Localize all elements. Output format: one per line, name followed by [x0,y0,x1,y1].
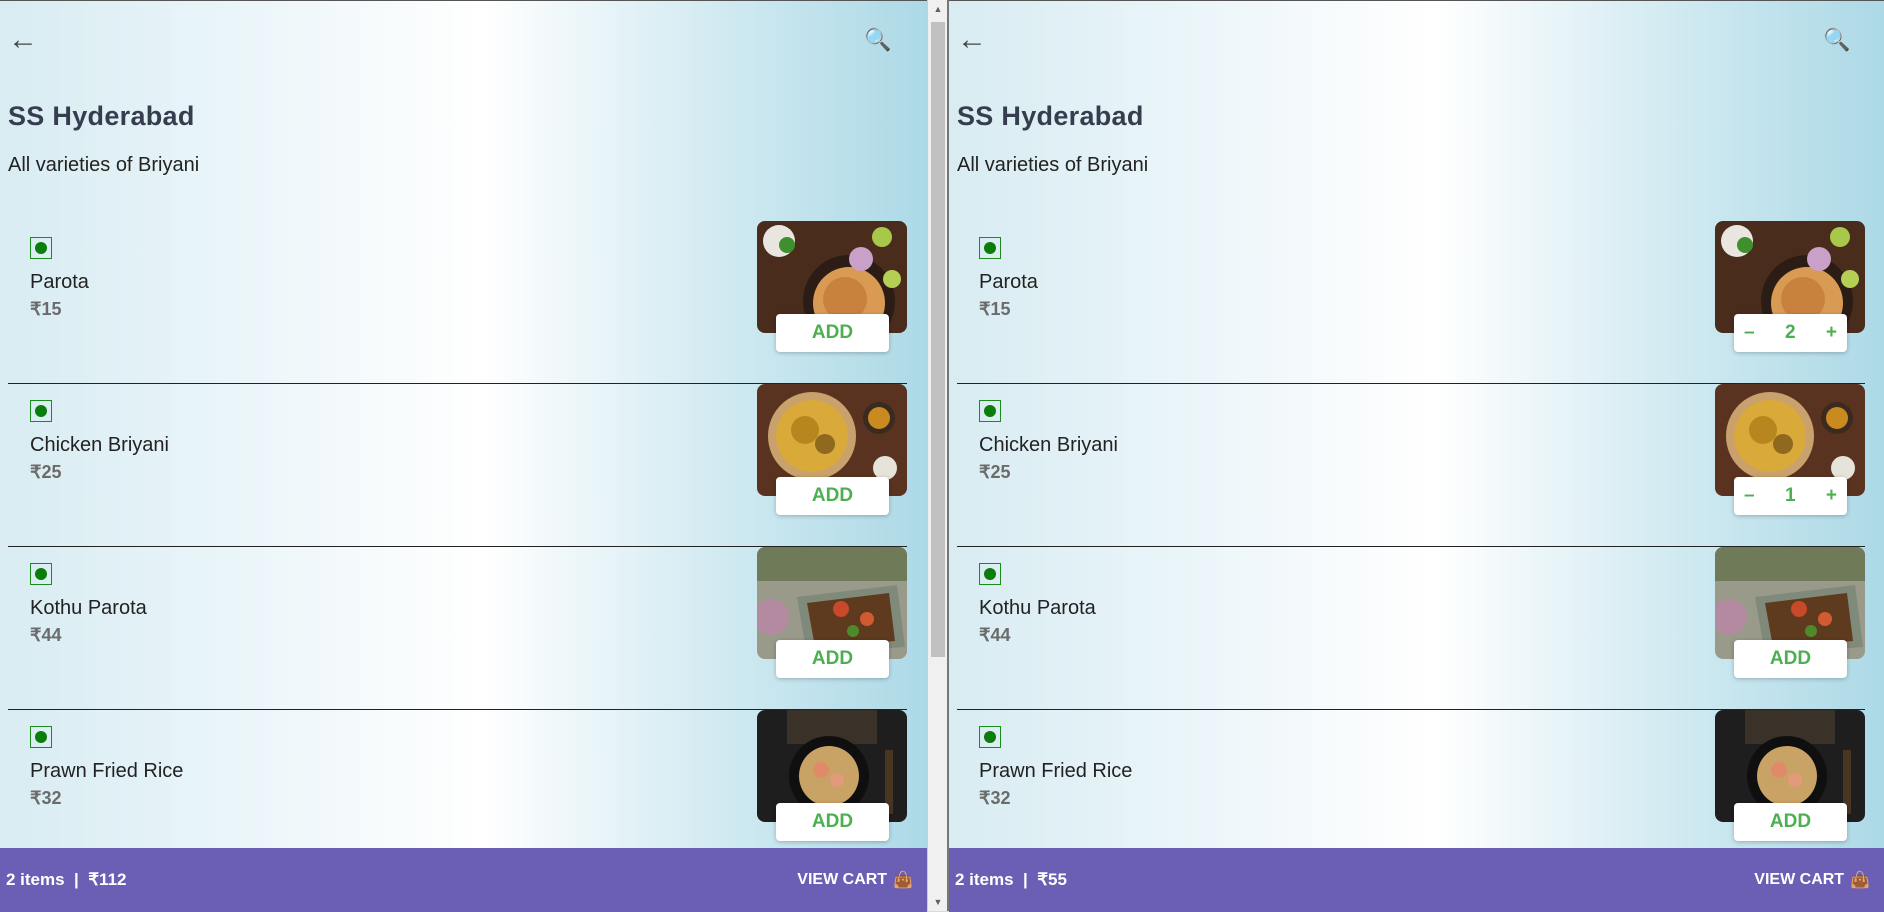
item-name: Kothu Parota [979,597,1096,619]
scroll-thumb[interactable] [931,22,945,657]
increment-button[interactable]: + [1826,485,1837,507]
add-button[interactable]: ADD [776,314,889,352]
add-button[interactable]: ADD [1734,640,1847,678]
view-cart-label: VIEW CART [797,871,888,888]
add-button[interactable]: ADD [776,803,889,841]
quantity-value: 2 [1784,322,1796,343]
menu-item: Parota ₹15 – 2 + [957,221,1865,384]
veg-indicator-icon [979,400,1001,422]
view-cart-button[interactable]: VIEW CART 👜 [797,870,913,890]
menu-item: Kothu Parota ₹44 ADD [8,547,907,710]
quantity-stepper: – 2 + [1734,314,1847,352]
decrement-button[interactable]: – [1744,322,1755,344]
cart-bar: 2 items | ₹112 VIEW CART 👜 [0,848,927,912]
add-button[interactable]: ADD [1734,803,1847,841]
veg-indicator-icon [30,563,52,585]
item-name: Kothu Parota [30,597,147,619]
veg-indicator-icon [979,726,1001,748]
view-cart-label: VIEW CART [1754,871,1845,888]
scroll-up-arrow-icon[interactable]: ▲ [928,0,948,18]
item-name: Chicken Briyani [979,434,1118,456]
item-price: ₹25 [30,462,62,482]
right-menu-pane: ← 🔍 SS Hyderabad All varieties of Briyan… [949,0,1884,912]
veg-indicator-icon [30,726,52,748]
cart-bar: 2 items | ₹55 VIEW CART 👜 [949,848,1884,912]
item-name: Parota [979,271,1038,293]
quantity-value: 1 [1784,485,1796,506]
cart-summary: 2 items | ₹55 [955,870,1067,889]
item-price: ₹44 [979,625,1011,645]
item-price: ₹15 [979,299,1011,319]
view-cart-button[interactable]: VIEW CART 👜 [1754,870,1870,890]
search-icon[interactable]: 🔍 [864,29,891,51]
cart-icon: 👜 [1850,872,1870,889]
menu-item: Chicken Briyani ₹25 – 1 + [957,384,1865,547]
store-tagline: All varieties of Briyani [957,154,1149,176]
item-price: ₹32 [30,788,62,808]
add-button[interactable]: ADD [776,477,889,515]
menu-item: Parota ₹15 ADD [8,221,907,384]
left-menu-pane: ← 🔍 SS Hyderabad All varieties of Briyan… [0,0,927,912]
item-price: ₹32 [979,788,1011,808]
quantity-stepper: – 1 + [1734,477,1847,515]
item-name: Prawn Fried Rice [30,760,184,782]
veg-indicator-icon [979,563,1001,585]
item-name: Parota [30,271,89,293]
cart-icon: 👜 [893,872,913,889]
menu-item: Chicken Briyani ₹25 ADD [8,384,907,547]
item-price: ₹44 [30,625,62,645]
decrement-button[interactable]: – [1744,485,1755,507]
cart-summary: 2 items | ₹112 [6,870,127,889]
add-button[interactable]: ADD [776,640,889,678]
store-tagline: All varieties of Briyani [8,154,200,176]
search-icon[interactable]: 🔍 [1823,29,1850,51]
item-price: ₹15 [30,299,62,319]
back-arrow-icon[interactable]: ← [957,25,987,55]
item-name: Chicken Briyani [30,434,169,456]
veg-indicator-icon [30,237,52,259]
menu-item: Kothu Parota ₹44 ADD [957,547,1865,710]
veg-indicator-icon [979,237,1001,259]
store-name: SS Hyderabad [957,101,1144,131]
increment-button[interactable]: + [1826,322,1837,344]
back-arrow-icon[interactable]: ← [8,25,38,55]
store-name: SS Hyderabad [8,101,195,131]
veg-indicator-icon [30,400,52,422]
item-price: ₹25 [979,462,1011,482]
scroll-down-arrow-icon[interactable]: ▼ [928,893,948,911]
item-name: Prawn Fried Rice [979,760,1133,782]
vertical-scrollbar[interactable]: ▲ ▼ [927,0,948,911]
